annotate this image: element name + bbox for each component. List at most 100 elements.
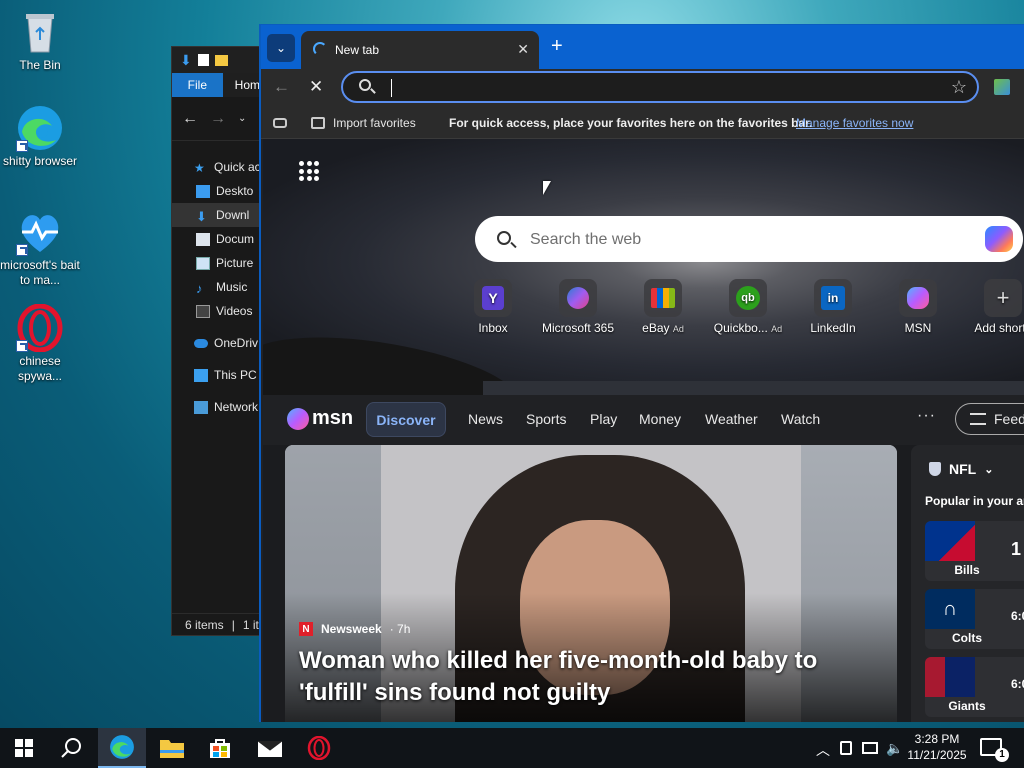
reading-list-icon[interactable]	[273, 117, 287, 128]
search-icon	[359, 79, 371, 91]
tree-item-downloads[interactable]: ⬇ Downl	[172, 203, 260, 227]
web-search-box[interactable]: Search the web	[475, 216, 1023, 262]
quick-link-linkedin[interactable]: in LinkedIn	[788, 279, 878, 335]
search-button[interactable]	[48, 728, 96, 768]
tab-news[interactable]: News	[468, 411, 503, 427]
tree-item-onedrive[interactable]: OneDriv	[172, 331, 260, 355]
system-clock[interactable]: 3:28 PM 11/21/2025	[906, 731, 968, 763]
network-icon[interactable]	[862, 742, 878, 754]
league-selector[interactable]: NFL ⌄	[929, 461, 993, 477]
article-headline[interactable]: Woman who killed her five-month-old baby…	[299, 645, 839, 709]
download-arrow-icon[interactable]: ⬇	[180, 52, 192, 69]
desktop-icon-health-app[interactable]: microsoft's bait to ma...	[0, 208, 80, 288]
quick-link-label: Inbox	[478, 321, 508, 335]
tab-watch[interactable]: Watch	[781, 411, 820, 427]
quick-link-quickbooks[interactable]: qb Quickbo... Ad	[703, 279, 793, 335]
quick-link-microsoft-365[interactable]: Microsoft 365	[533, 279, 623, 335]
hero-news-card[interactable]: N Newsweek · 7h Woman who killed her fiv…	[285, 445, 897, 722]
more-options-icon[interactable]: ···	[917, 407, 936, 425]
import-icon	[311, 116, 325, 129]
address-bar[interactable]: ☆	[341, 71, 979, 103]
desktop-icon-shitty-browser[interactable]: shitty browser	[0, 104, 80, 169]
msn-butterfly-icon	[287, 407, 309, 430]
chevron-down-icon[interactable]: ⌄	[238, 113, 246, 124]
search-placeholder: Search the web	[530, 231, 642, 248]
feed-settings-button[interactable]: Feed	[955, 403, 1024, 435]
msn-logo[interactable]: msn	[287, 407, 353, 430]
tab-discover[interactable]: Discover	[366, 402, 446, 437]
tree-item-desktop[interactable]: Deskto	[172, 179, 260, 203]
tab-new-tab[interactable]: New tab ✕	[301, 31, 539, 69]
forward-arrow-icon[interactable]: →	[210, 110, 226, 128]
desktop-icon-label: chinese spywa...	[17, 354, 62, 383]
quick-link-ebay[interactable]: eBay Ad	[618, 279, 708, 335]
tree-item-videos[interactable]: Videos	[172, 299, 260, 323]
app-launcher-icon[interactable]	[299, 161, 319, 181]
tree-item-label: Docum	[216, 232, 255, 246]
sports-widget[interactable]: NFL ⌄ Popular in your ar Bills 1 ∩ Colts…	[911, 445, 1024, 722]
edge-icon	[16, 104, 64, 152]
tree-item-this-pc[interactable]: This PC	[172, 363, 260, 387]
desktop-folder-icon	[196, 184, 210, 198]
tree-item-quick-access[interactable]: ★ Quick ac	[172, 155, 260, 179]
tree-item-label: Quick ac	[214, 160, 260, 174]
windows-logo-icon	[15, 739, 33, 757]
show-hidden-icons-chevron-icon[interactable]: ︿	[816, 740, 830, 760]
ebay-bag-icon	[644, 279, 682, 317]
tree-item-documents[interactable]: Docum	[172, 227, 260, 251]
loading-spinner-icon	[313, 42, 327, 56]
manage-favorites-link[interactable]: Manage favorites now	[796, 116, 913, 130]
clock-date: 11/21/2025	[907, 748, 967, 762]
favorite-star-icon[interactable]: ☆	[951, 77, 967, 98]
team-card-bills[interactable]: Bills 1	[925, 521, 1024, 581]
team-card-giants[interactable]: Giants 6:0	[925, 657, 1024, 717]
extension-icon[interactable]	[994, 79, 1010, 95]
file-explorer-window[interactable]: ⬇ File Hom ← → ⌄ ★ Quick ac Deskto ⬇ Downl…	[171, 46, 261, 636]
linkedin-icon: in	[814, 279, 852, 317]
copilot-icon[interactable]	[985, 226, 1013, 252]
taskbar-opera[interactable]	[295, 728, 343, 768]
feed-label: Feed	[994, 411, 1024, 427]
tab-sports[interactable]: Sports	[526, 411, 566, 427]
tab-money[interactable]: Money	[639, 411, 681, 427]
tab-actions-menu-button[interactable]: ⌄	[267, 34, 295, 62]
start-button[interactable]	[0, 728, 48, 768]
quick-link-label: LinkedIn	[810, 321, 856, 335]
quick-link-msn[interactable]: MSN	[873, 279, 963, 335]
recycle-bin-icon	[16, 8, 64, 56]
tree-item-label: Music	[216, 280, 248, 294]
import-favorites-button[interactable]: Import favorites	[311, 116, 416, 130]
news-source: N Newsweek · 7h	[299, 622, 410, 636]
volume-muted-icon[interactable]: 🔈	[886, 740, 903, 757]
tree-item-network[interactable]: Network	[172, 395, 260, 419]
checkbox-icon[interactable]	[197, 54, 209, 66]
desktop-icon-the-bin[interactable]: The Bin	[0, 8, 80, 73]
team-card-colts[interactable]: ∩ Colts 6:0	[925, 589, 1024, 649]
close-tab-icon[interactable]: ✕	[517, 41, 529, 58]
stop-loading-button[interactable]: ✕	[309, 77, 323, 97]
tree-item-music[interactable]: ♪ Music	[172, 275, 260, 299]
taskbar-store[interactable]	[196, 728, 244, 768]
tab-weather[interactable]: Weather	[705, 411, 758, 427]
background-image	[263, 139, 1024, 395]
quick-link-label: Add shortc	[974, 321, 1024, 335]
taskbar-file-explorer[interactable]	[148, 728, 196, 768]
tab-play[interactable]: Play	[590, 411, 617, 427]
documents-icon	[196, 232, 210, 246]
quick-link-inbox[interactable]: Y Inbox	[448, 279, 538, 335]
back-button[interactable]: ←	[273, 77, 290, 97]
meet-now-icon[interactable]	[840, 741, 852, 755]
taskbar-mail[interactable]	[246, 728, 294, 768]
desktop-icon-opera[interactable]: chinese spywa...	[0, 303, 80, 384]
favorites-bar-hint: For quick access, place your favorites h…	[449, 115, 813, 130]
action-center-icon[interactable]: 1	[980, 738, 1009, 762]
add-shortcut-button[interactable]: + Add shortc	[958, 279, 1024, 335]
tree-item-label: This PC	[214, 368, 257, 382]
tab-file[interactable]: File	[172, 73, 223, 97]
tab-home[interactable]: Hom	[222, 73, 260, 97]
tree-item-pictures[interactable]: Picture	[172, 251, 260, 275]
browser-window[interactable]: ⌄ New tab ✕ + ← ✕ ☆ Import favorites For…	[259, 24, 1024, 722]
back-arrow-icon[interactable]: ←	[182, 110, 198, 128]
new-tab-button[interactable]: +	[551, 36, 563, 56]
taskbar-edge[interactable]	[98, 728, 146, 768]
